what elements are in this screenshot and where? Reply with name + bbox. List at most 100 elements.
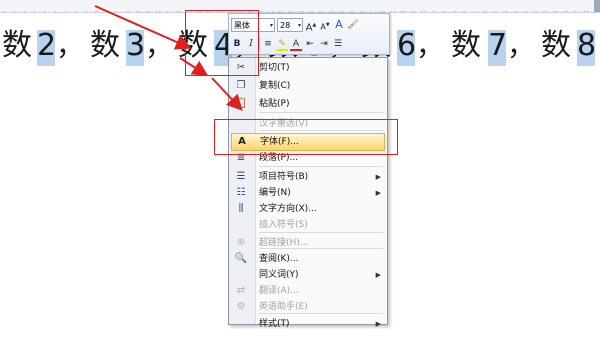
- bullets-icon: ☰: [333, 38, 343, 49]
- ruler-tick-label: · 41: [438, 9, 448, 12]
- ruler-tick-label: · 37: [397, 9, 407, 12]
- align-center-button[interactable]: ≡: [262, 37, 274, 51]
- menu-item[interactable]: ☰ 项目符号(B) ▶: [229, 169, 387, 185]
- ruler-tick-label: · 44: [469, 9, 479, 12]
- text-comma: ，: [507, 29, 536, 62]
- ruler-tick-label: · 53: [560, 9, 570, 12]
- ruler-tick-label: · 38: [408, 9, 418, 12]
- ruler-tick-label: · 12: [143, 9, 153, 12]
- ruler-tick-label: · 9: [112, 9, 122, 12]
- bullets-icon: ☰: [236, 171, 246, 182]
- toolbar-divider: [259, 37, 260, 50]
- ruler-tick-label: · 45: [479, 9, 489, 12]
- annotation-box-font-item: [214, 119, 398, 155]
- text-comma: ，: [416, 29, 445, 62]
- hyperlink-icon: ⊕: [236, 237, 246, 248]
- ruler-tick-label: · 43: [458, 9, 468, 12]
- ruler-tick-label: · 2: [41, 9, 51, 12]
- text-direction-icon: ⫼: [238, 203, 244, 214]
- ruler-tick-label: · 13: [153, 9, 163, 12]
- font-size-dropdown[interactable]: 28 ▾: [277, 17, 303, 32]
- bullets-button[interactable]: ☰: [332, 37, 344, 51]
- decrease-indent-icon: ⇤: [306, 38, 314, 49]
- menu-item-label: 样式(T): [259, 319, 290, 329]
- context-menu: ✂ 剪切(T) ❐ 复制(C) 📋 粘贴(P) 汉字重选(V) A 字体(F)... ≣ 段落(P)…: [228, 57, 388, 329]
- ruler-tick-label: · 54: [571, 9, 581, 12]
- selected-number: 6: [397, 28, 417, 63]
- menu-item[interactable]: 📋 粘贴(P): [229, 96, 387, 112]
- highlight-button[interactable]: ✎: [276, 37, 288, 51]
- menu-item: ⇄ 翻译(A)...: [229, 283, 387, 299]
- styles-button[interactable]: A: [333, 18, 345, 32]
- ruler-tick-label: · 55: [581, 9, 591, 12]
- menu-item[interactable]: 样式(T) ▶: [229, 316, 387, 332]
- translate-icon: ⇄: [236, 285, 246, 296]
- ruler-tick-label: · 5: [71, 9, 81, 12]
- menu-item[interactable]: 同义词(Y) ▶: [229, 267, 387, 283]
- menu-item[interactable]: ❐ 复制(C): [229, 78, 387, 94]
- ruler-tick-label: · 6: [82, 9, 92, 12]
- ruler-tick-label: · 49: [520, 9, 530, 12]
- ruler-tick-label: · 52: [550, 9, 560, 12]
- text-comma: ，: [56, 29, 85, 62]
- menu-item: ⚙ 英语助手(E): [229, 299, 387, 315]
- ruler-tick-label: · 9: [10, 9, 20, 12]
- ruler-tick-label: · 50: [530, 9, 540, 12]
- menu-item-label: 复制(C): [259, 81, 291, 91]
- menu-item-label: 同义词(Y): [259, 270, 299, 280]
- menu-item-label: 英语助手(E): [259, 302, 308, 312]
- decrease-indent-button[interactable]: ⇤: [304, 37, 316, 51]
- menu-item-label: 剪切(T): [259, 63, 290, 73]
- menu-separator: [259, 166, 383, 167]
- ruler-tick-label: · 8: [0, 9, 10, 12]
- selected-number: 2: [37, 28, 57, 63]
- menu-item-label: 查阅(K)...: [259, 254, 299, 264]
- font-color-button[interactable]: A: [290, 37, 302, 51]
- align-center-icon: ≡: [264, 38, 272, 49]
- menu-item[interactable]: 🔍 查阅(K)...: [229, 251, 387, 267]
- text-char: 数: [451, 28, 481, 63]
- text-comma: ，: [145, 29, 174, 62]
- annotation-box-toolbar: [185, 10, 259, 76]
- ruler-tick-label: · 4: [61, 9, 71, 12]
- increase-indent-button[interactable]: ⇥: [318, 37, 330, 51]
- ruler-tick-label: · 51: [540, 9, 550, 12]
- menu-item-label: 翻译(A)...: [259, 286, 299, 296]
- chevron-down-icon: ▾: [269, 21, 273, 29]
- ruler-tick-label: · 39: [418, 9, 428, 12]
- numbering-icon: ☷: [236, 187, 246, 198]
- menu-item: 插入符号(S): [229, 217, 387, 233]
- ruler-tick-label: · 42: [448, 9, 458, 12]
- ruler-tick-label: · 48: [509, 9, 519, 12]
- menu-item-label: 超链接(H)...: [259, 238, 309, 248]
- text-char: 数: [2, 28, 32, 63]
- ruler-tick-label: · 40: [428, 9, 438, 12]
- menu-item-label: 插入符号(S): [259, 220, 308, 230]
- submenu-arrow-icon: ▶: [375, 271, 381, 279]
- lookup-icon: 🔍: [234, 253, 248, 264]
- shrink-font-button[interactable]: A▼: [319, 18, 331, 32]
- format-painter-button[interactable]: 🖌: [347, 18, 359, 32]
- ruler: · 8· 9· 1· 1· 2· 3· 4· 5· 6· 7· 8· 9· 10…: [0, 0, 600, 13]
- menu-item[interactable]: ☷ 编号(N) ▶: [229, 185, 387, 201]
- ruler-tick-label: · 8: [102, 9, 112, 12]
- selected-number: 3: [126, 28, 146, 63]
- ruler-tick-label: · 10: [122, 9, 132, 12]
- menu-item-label: 粘贴(P): [259, 99, 290, 109]
- ruler-tick-label: · 1: [31, 9, 41, 12]
- ruler-tick-label: · 47: [499, 9, 509, 12]
- ruler-tick-label: · 7: [92, 9, 102, 12]
- grow-font-button[interactable]: A▲: [305, 18, 317, 33]
- chevron-down-icon: ▾: [297, 21, 301, 29]
- font-color-icon: A: [292, 38, 300, 49]
- menu-separator: [259, 112, 383, 113]
- ruler-tick-label: · 3: [51, 9, 61, 12]
- ruler-tick-label: · 14: [163, 9, 173, 12]
- menu-item[interactable]: ⫼ 文字方向(X)...: [229, 201, 387, 217]
- ruler-right-margin: [594, 0, 600, 12]
- selected-number: 8: [577, 28, 597, 63]
- submenu-arrow-icon: ▶: [375, 173, 381, 181]
- ruler-tick-label: · 15: [173, 9, 183, 12]
- submenu-arrow-icon: ▶: [375, 320, 381, 328]
- text-char: 数: [90, 28, 120, 63]
